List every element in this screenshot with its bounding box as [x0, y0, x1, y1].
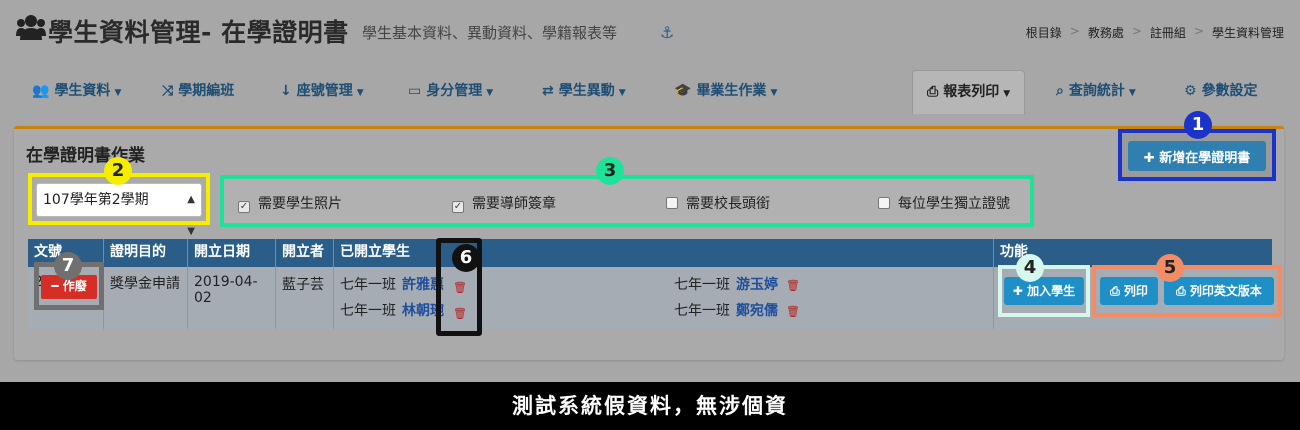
nav-item-student-changes[interactable]: ⇄ 學生異動 ▼ [542, 70, 626, 114]
new-certificate-button[interactable]: ✚ 新增在學證明書 [1128, 141, 1266, 171]
nav-item-class-assignment[interactable]: ⤨ 學期編班 [162, 70, 234, 114]
shuffle-icon: ⤨ [162, 83, 174, 99]
breadcrumb-separator: > [1069, 24, 1080, 38]
option-student-photo[interactable]: ✓ 需要學生照片 [238, 193, 342, 213]
caret-down-icon: ▼ [618, 88, 626, 98]
cell-purpose: 獎學金申請 [104, 267, 188, 329]
callout-box-3: ✓ 需要學生照片 ✓ 需要導師簽章 需要校長頭銜 每位學生獨立證號 [220, 175, 1034, 227]
nav-item-seat-number[interactable]: ↓ 座號管理 ▼ [280, 70, 364, 114]
nav-item-parameters[interactable]: ⚙ 參數設定 [1184, 70, 1258, 114]
breadcrumb-separator: > [1131, 24, 1142, 38]
col-students: 已開立學生 [334, 239, 994, 267]
cell-students: 七年一班 許雅惠 七年一班 林朝琬 七年一班 游玉婷 🗑 七年一班 鄭宛儒 🗑 [334, 267, 994, 329]
callout-number-5: 5 [1156, 254, 1184, 282]
student-name-link[interactable]: 鄭宛儒 [736, 303, 778, 319]
caret-down-icon: ▼ [356, 88, 364, 98]
nav-item-identity[interactable]: ▭ 身分管理 ▼ [408, 70, 493, 114]
nav-item-report-print[interactable]: ⎙ 報表列印 ▼ [912, 70, 1026, 114]
add-student-button[interactable]: ✚ 加入學生 [1004, 277, 1084, 305]
users-icon: 👥 [32, 83, 50, 99]
page-subtitle: 學生基本資料、異動資料、學籍報表等 [362, 24, 618, 42]
exchange-icon: ⇄ [542, 83, 554, 99]
trash-icon[interactable]: 🗑 [453, 281, 467, 294]
anchor-icon[interactable]: ⚓ [660, 23, 674, 43]
print-icon: ⎙ [1110, 284, 1124, 298]
semester-select[interactable]: 107學年第2學期 ▲ ▼ [36, 183, 202, 237]
checkbox-checked[interactable]: ✓ [452, 201, 464, 213]
option-teacher-signature[interactable]: ✓ 需要導師簽章 [452, 193, 556, 213]
nav-item-student-data[interactable]: 👥 學生資料 ▼ [32, 70, 121, 114]
cell-issuer: 藍子芸 [276, 267, 334, 329]
plus-icon: ✚ [1012, 284, 1028, 298]
graduation-cap-icon: 🎓 [674, 83, 692, 99]
users-icon [16, 15, 46, 40]
print-icon: ⎙ [927, 84, 939, 100]
callout-box-4: ✚ 加入學生 [998, 265, 1090, 317]
main-navbar: 👥 學生資料 ▼ ⤨ 學期編班 ↓ 座號管理 ▼ ▭ 身分管理 ▼ ⇄ 學生異動 ▼ 🎓 畢業生作業… [16, 70, 1284, 114]
callout-number-3: 3 [596, 157, 624, 185]
trash-icon[interactable]: 🗑 [786, 305, 800, 318]
print-english-button[interactable]: ⎙ 列印英文版本 [1164, 277, 1274, 305]
disclaimer-banner: 測試系統假資料，無涉個資 [0, 382, 1300, 430]
caret-down-icon: ▼ [770, 88, 778, 98]
callout-number-6: 6 [452, 244, 480, 272]
callout-box-5: ⎙ 列印 ⎙ 列印英文版本 [1092, 265, 1282, 317]
student-entry: 七年一班 林朝琬 [340, 303, 444, 319]
search-icon: ⌕ [1056, 83, 1064, 99]
breadcrumb-separator: > [1193, 24, 1204, 38]
checkbox-unchecked[interactable] [666, 197, 678, 209]
page-header: 學生資料管理- 在學證明書 學生基本資料、異動資料、學籍報表等 ⚓ 根目錄 > … [0, 0, 1300, 62]
breadcrumb-item-registration[interactable]: 註冊組 [1150, 24, 1186, 41]
option-principal-title[interactable]: 需要校長頭銜 [666, 193, 770, 213]
student-entry: 七年一班 游玉婷 🗑 [674, 277, 800, 293]
trash-icon[interactable]: 🗑 [453, 307, 467, 320]
cell-date: 2019-04-02 [188, 267, 276, 329]
caret-down-icon: ▼ [114, 88, 122, 98]
student-entry: 七年一班 許雅惠 [340, 277, 444, 293]
caret-down-icon: ▼ [1003, 89, 1011, 99]
table-header: 文號 證明目的 開立日期 開立者 已開立學生 功能 [28, 239, 1272, 267]
checkbox-checked[interactable]: ✓ [238, 201, 250, 213]
breadcrumb-item-current: 學生資料管理 [1211, 26, 1284, 40]
breadcrumb-item-root[interactable]: 根目錄 [1026, 24, 1062, 41]
nav-item-graduates[interactable]: 🎓 畢業生作業 ▼ [674, 70, 777, 114]
callout-number-7: 7 [54, 252, 82, 280]
print-button[interactable]: ⎙ 列印 [1100, 277, 1158, 305]
col-date: 開立日期 [188, 239, 276, 267]
page-title: 學生資料管理- 在學證明書 [48, 18, 349, 47]
student-entry: 七年一班 鄭宛儒 🗑 [674, 303, 800, 319]
nav-item-query-stats[interactable]: ⌕ 查詢統計 ▼ [1056, 70, 1136, 114]
breadcrumb-item-academic-affairs[interactable]: 教務處 [1088, 24, 1124, 41]
caret-down-icon: ▼ [486, 88, 494, 98]
sort-numeric-icon: ↓ [280, 83, 292, 99]
breadcrumb: 根目錄 > 教務處 > 註冊組 > 學生資料管理 [1026, 24, 1284, 41]
caret-down-icon: ▼ [1128, 88, 1136, 98]
callout-number-1: 1 [1184, 111, 1212, 139]
trash-icon[interactable]: 🗑 [786, 279, 800, 292]
id-card-icon: ▭ [408, 83, 422, 99]
gear-icon: ⚙ [1184, 83, 1197, 99]
student-name-link[interactable]: 游玉婷 [736, 277, 778, 293]
minus-icon: ━ [51, 279, 63, 293]
col-purpose: 證明目的 [104, 239, 188, 267]
callout-number-4: 4 [1016, 254, 1044, 282]
plus-icon: ✚ [1143, 150, 1160, 166]
checkbox-unchecked[interactable] [878, 197, 890, 209]
certificate-panel: 在學證明書作業 ✚ 新增在學證明書 107學年第2學期 ▲ ▼ ✓ 需要學生照片 ✓… [14, 126, 1284, 360]
option-unique-number[interactable]: 每位學生獨立證號 [878, 193, 1010, 213]
col-issuer: 開立者 [276, 239, 334, 267]
callout-number-2: 2 [104, 157, 132, 185]
print-icon: ⎙ [1176, 284, 1190, 298]
